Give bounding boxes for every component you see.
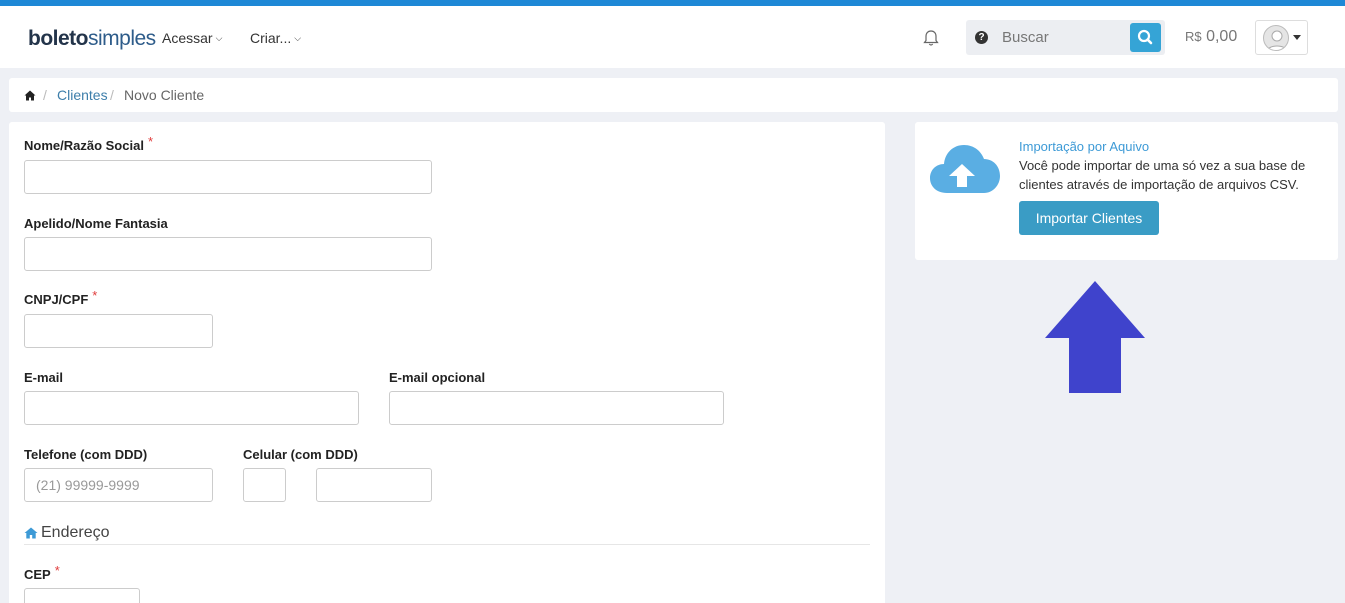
telefone-label: Telefone (com DDD) [24,447,148,462]
search-input[interactable]: Buscar [1002,29,1049,46]
breadcrumb-clientes-link[interactable]: Clientes [57,87,108,103]
required-marker: * [147,134,153,149]
home-icon[interactable] [24,88,36,104]
chevron-down-icon: ⌵ [215,33,223,43]
endereco-section-header: Endereço [24,524,870,545]
search-icon [1137,29,1153,45]
apelido-label: Apelido/Nome Fantasia [24,216,168,231]
breadcrumb: / Clientes / Novo Cliente [9,78,1338,112]
brand-logo[interactable]: boletosimples [28,27,156,51]
cloud-upload-icon [929,143,1001,200]
cnpj-input[interactable] [24,314,213,348]
import-panel: Importação por Aquivo Você pode importar… [915,122,1338,260]
import-title: Importação por Aquivo [1019,139,1150,154]
celular-number-input[interactable] [316,468,432,502]
nome-input[interactable] [24,160,432,194]
nome-label: Nome/Razão Social * [24,134,153,153]
apelido-input[interactable] [24,237,432,271]
chevron-down-icon: ⌵ [294,33,302,43]
annotation-up-arrow [1044,280,1146,399]
search-button[interactable] [1130,23,1161,52]
cnpj-label: CNPJ/CPF * [24,288,98,307]
cep-input[interactable] [24,588,140,603]
search-bar: ? Buscar [966,20,1165,55]
email-label: E-mail [24,370,64,385]
nav-criar-label: Criar... [250,30,292,46]
help-icon[interactable]: ? [975,31,988,44]
account-balance[interactable]: R$ 0,00 [1185,28,1237,46]
section-endereco-title: Endereço [41,524,110,541]
celular-label: Celular (com DDD) [243,447,358,462]
email-input[interactable] [24,391,359,425]
breadcrumb-current: Novo Cliente [124,87,205,103]
caret-down-icon [1293,35,1301,40]
breadcrumb-separator: / [110,87,114,103]
nav-acessar-label: Acessar [162,30,213,46]
import-clients-button[interactable]: Importar Clientes [1019,201,1159,235]
user-menu-button[interactable] [1255,20,1308,55]
top-navbar: boletosimples Acessar ⌵ Criar... ⌵ ? Busca… [0,6,1345,68]
email-opcional-input[interactable] [389,391,724,425]
email-opcional-label: E-mail opcional [389,370,486,385]
client-form: Nome/Razão Social * Apelido/Nome Fantasia… [9,122,885,603]
telefone-input[interactable]: (21) 99999-9999 [24,468,213,502]
avatar [1263,25,1289,51]
nav-acessar[interactable]: Acessar ⌵ [162,30,222,46]
breadcrumb-separator: / [43,87,47,103]
notifications-bell-icon[interactable] [921,28,941,48]
cep-label: CEP * [24,563,60,582]
required-marker: * [54,563,60,578]
nav-criar[interactable]: Criar... ⌵ [250,30,301,46]
celular-ddd-input[interactable] [243,468,286,502]
import-description: Você pode importar de uma só vez a sua b… [1019,158,1306,192]
balance-currency: R$ [1185,29,1202,44]
required-marker: * [92,288,98,303]
balance-value: 0,00 [1206,28,1238,45]
home-icon [24,526,38,544]
